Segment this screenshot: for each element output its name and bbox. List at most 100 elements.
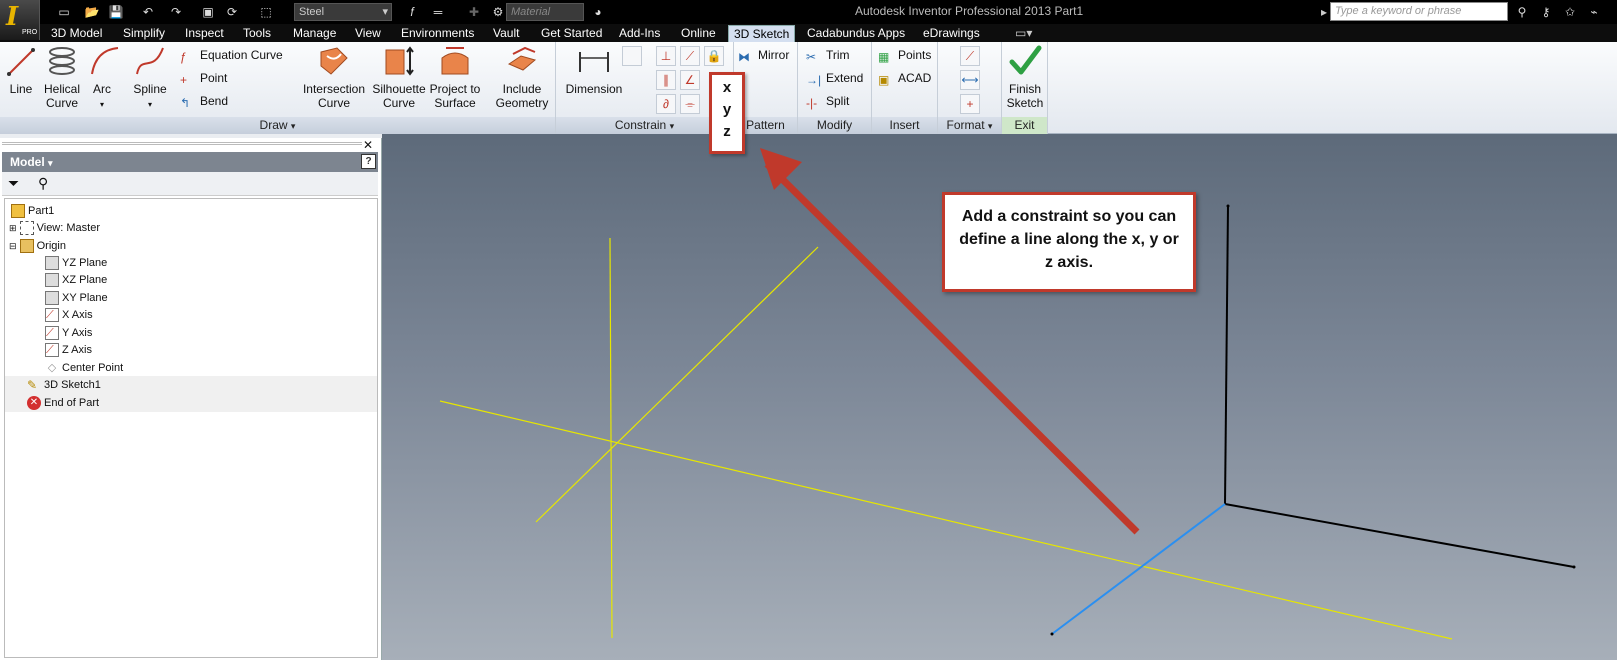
color-wheel-icon[interactable]: ◕ <box>590 4 606 20</box>
tree-item-view-master[interactable]: ⊞ View: Master <box>9 219 100 237</box>
split-button[interactable]: -|- Split <box>806 93 849 110</box>
measure-icon[interactable]: ═ <box>430 4 446 20</box>
collinear-constraint-icon[interactable]: ⌯ <box>680 94 700 114</box>
tab-environments[interactable]: Environments <box>396 25 479 42</box>
draw-panel-title[interactable]: Draw ▾ <box>0 117 555 134</box>
ribbon-options-icon[interactable]: ▭▾ <box>1010 25 1037 42</box>
coincident-constraint-icon[interactable]: ∠ <box>680 70 700 90</box>
exit-panel-title: Exit <box>1002 117 1047 134</box>
search-input[interactable]: Type a keyword or phrase <box>1330 2 1508 21</box>
line-button[interactable]: Line <box>4 44 38 96</box>
tree-item-yz-plane[interactable]: YZ Plane <box>45 254 107 272</box>
smooth-constraint-icon[interactable]: ∂ <box>656 94 676 114</box>
tab-tools[interactable]: Tools <box>238 25 276 42</box>
mirror-button[interactable]: ⧓ Mirror <box>738 47 789 64</box>
new-icon[interactable]: ▭ <box>56 4 72 20</box>
tree-item-part1[interactable]: Part1 <box>11 202 54 220</box>
silhouette-label-2: Curve <box>382 96 415 110</box>
material-select[interactable]: Steel ▾ <box>294 3 392 21</box>
tree-item-origin[interactable]: ⊟ Origin <box>9 237 66 255</box>
points-button[interactable]: ▦ Points <box>878 47 931 64</box>
sketch-pencil-icon: ✎ <box>27 378 38 393</box>
star-icon[interactable]: ✩ <box>1562 4 1578 20</box>
constrain-panel-title[interactable]: Constrain ▾ <box>556 117 733 134</box>
appearance-select[interactable]: Material <box>506 3 584 21</box>
tab-3d-model[interactable]: 3D Model <box>46 25 107 42</box>
tree-item-z-axis[interactable]: ⟋ Z Axis <box>45 341 92 359</box>
tab-edrawings[interactable]: eDrawings <box>918 25 985 42</box>
spline-button[interactable]: Spline ▾ <box>130 44 170 112</box>
finish-sketch-button[interactable]: Finish Sketch <box>1004 44 1046 110</box>
perpendicular-constraint-icon[interactable]: ⊥ <box>656 46 676 66</box>
tab-add-ins[interactable]: Add-Ins <box>614 25 665 42</box>
acad-button[interactable]: ▣ ACAD <box>878 70 931 87</box>
tab-vault[interactable]: Vault <box>488 25 524 42</box>
parallel-constraint-icon[interactable]: ∥ <box>656 70 676 90</box>
point-button[interactable]: + Point <box>180 70 227 87</box>
constrain-panel: Dimension ⊥ ⟋ 🔒 ∥ ∠ ∂ ⌯ Constrain ▾ <box>556 42 734 134</box>
view-rep-icon <box>19 221 34 236</box>
intersection-curve-button[interactable]: Intersection Curve <box>298 44 370 110</box>
tree-item-xy-plane[interactable]: XY Plane <box>45 289 108 307</box>
tab-cadabundus-apps[interactable]: Cadabundus Apps <box>802 25 910 42</box>
spline-dropdown-icon[interactable]: ▾ <box>148 100 152 109</box>
equation-curve-button[interactable]: ƒ Equation Curve <box>180 47 283 64</box>
tangent-constraint-icon[interactable]: ⟋ <box>680 46 700 66</box>
show-constraints-icon[interactable] <box>622 46 642 66</box>
helical-curve-button[interactable]: Helical Curve <box>40 44 84 110</box>
filter-icon[interactable]: ⏷ <box>8 175 19 192</box>
tree-item-center-point[interactable]: ◇ Center Point <box>45 359 123 377</box>
silhouette-curve-button[interactable]: Silhouette Curve <box>370 44 428 110</box>
tab-simplify[interactable]: Simplify <box>118 25 170 42</box>
project-to-surface-icon <box>441 47 469 75</box>
trim-button[interactable]: ✂ Trim <box>806 47 850 64</box>
tree-item-x-axis[interactable]: ⟋ X Axis <box>45 306 93 324</box>
open-icon[interactable]: 📂 <box>84 4 100 20</box>
key-icon[interactable]: ⚷ <box>1538 4 1554 20</box>
tab-3d-sketch[interactable]: 3D Sketch <box>728 25 796 42</box>
include-geometry-button[interactable]: Include Geometry <box>494 44 550 110</box>
application-menu-button[interactable]: I PRO <box>0 0 40 40</box>
extend-button[interactable]: →| Extend <box>806 70 863 87</box>
tree-item-y-axis[interactable]: ⟋ Y Axis <box>45 324 92 342</box>
binoculars-icon[interactable]: ⚲ <box>1514 4 1530 20</box>
tab-manage[interactable]: Manage <box>288 25 341 42</box>
dimension-button[interactable]: Dimension <box>560 44 628 96</box>
redo-icon[interactable]: ↷ <box>168 4 184 20</box>
tab-online[interactable]: Online <box>676 25 721 42</box>
return-icon[interactable]: ▣ <box>200 4 216 20</box>
collapse-icon[interactable]: ⊟ <box>9 241 17 251</box>
tab-view[interactable]: View <box>350 25 386 42</box>
browser-header[interactable]: Model ▾ ? <box>2 152 378 172</box>
driven-dimension-icon[interactable]: ⟷ <box>960 70 980 90</box>
save-icon[interactable]: 💾 <box>108 4 124 20</box>
bend-button[interactable]: ↰ Bend <box>180 93 228 110</box>
arc-dropdown-icon[interactable]: ▾ <box>100 100 104 109</box>
close-icon[interactable]: ✕ <box>363 138 373 152</box>
lock-icon[interactable]: 🔒 <box>704 46 724 66</box>
gear-icon[interactable]: ⚙ <box>490 4 506 20</box>
satellite-icon[interactable]: ⌁ <box>1586 4 1602 20</box>
format-panel-title[interactable]: Format ▾ <box>938 117 1001 134</box>
undo-icon[interactable]: ↶ <box>140 4 156 20</box>
tree-item-3d-sketch1[interactable]: ✎ 3D Sketch1 <box>5 376 377 394</box>
project-to-surface-button[interactable]: Project to Surface <box>428 44 482 110</box>
chevron-down-icon: ▾ <box>987 121 993 131</box>
tree-item-xz-plane[interactable]: XZ Plane <box>45 271 107 289</box>
expand-icon[interactable]: ⊞ <box>9 223 17 233</box>
ribbon: Line Helical Curve Arc ▾ Spline ▾ ƒ Equation… <box>0 42 1617 134</box>
update-icon[interactable]: ⟳ <box>224 4 240 20</box>
tab-get-started[interactable]: Get Started <box>536 25 607 42</box>
construction-icon[interactable]: ⟋ <box>960 46 980 66</box>
tab-inspect[interactable]: Inspect <box>180 25 229 42</box>
arc-button[interactable]: Arc ▾ <box>88 44 119 112</box>
help-icon[interactable]: ? <box>361 154 376 169</box>
select-icon[interactable]: ⬚ <box>258 4 274 20</box>
browser-grip[interactable] <box>2 142 362 145</box>
spline-label: Spline <box>133 82 167 96</box>
fx-icon[interactable]: f <box>404 4 420 20</box>
mirror-icon: ⧓ <box>738 49 750 64</box>
binoculars-icon[interactable]: ⚲ <box>38 175 48 192</box>
center-point-icon[interactable]: + <box>960 94 980 114</box>
tree-item-end-of-part[interactable]: ✕ End of Part <box>5 394 377 412</box>
